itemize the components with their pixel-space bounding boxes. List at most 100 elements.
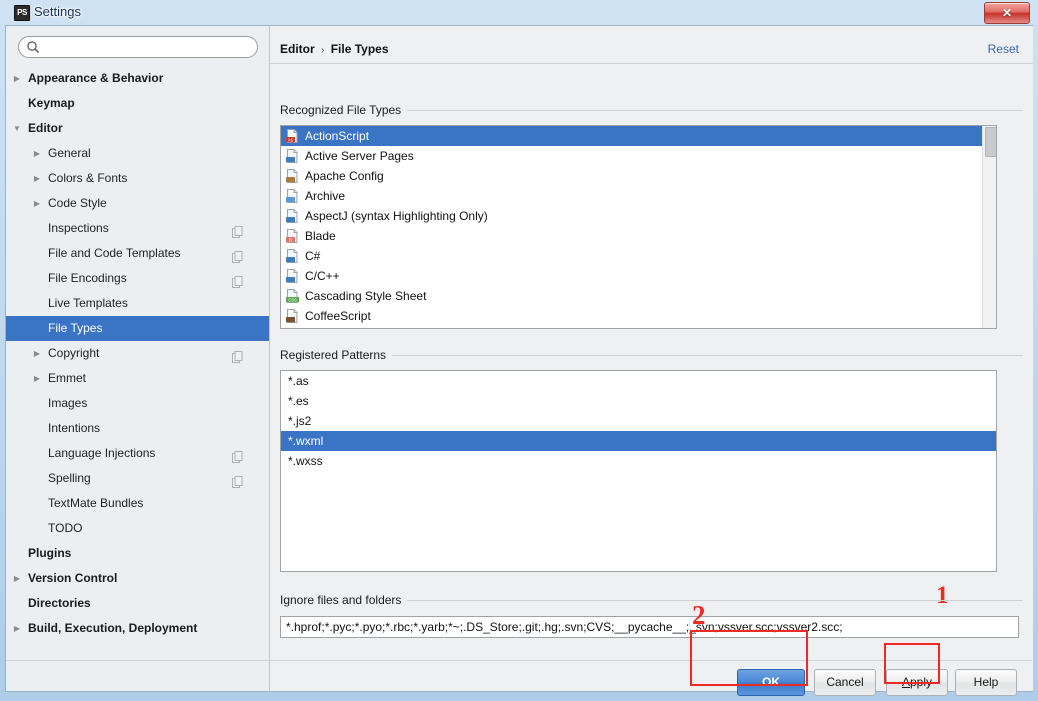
file-types-scrollbar-thumb[interactable] xyxy=(985,127,996,157)
sidebar-item-label: Copyright xyxy=(48,346,100,360)
file-type-row[interactable]: Apache Config xyxy=(281,166,996,186)
pattern-row[interactable]: *.es xyxy=(281,391,996,411)
file-types-scrollbar[interactable] xyxy=(982,126,996,328)
file-type-row[interactable]: Active Server Pages xyxy=(281,146,996,166)
sidebar-item-copyright[interactable]: ▶ Copyright xyxy=(6,341,269,366)
settings-window: PS Settings ✕ ▶ Appearance & Behavior Keym… xyxy=(0,0,1038,701)
apply-label-rest: pply xyxy=(910,675,933,689)
pattern-row[interactable]: *.as xyxy=(281,371,996,391)
sidebar-item-inspections[interactable]: Inspections xyxy=(6,216,269,241)
chevron-right-icon[interactable]: ▶ xyxy=(11,616,23,641)
file-type-label: AspectJ (syntax Highlighting Only) xyxy=(305,209,488,223)
chevron-right-icon[interactable]: ▶ xyxy=(31,191,43,216)
pattern-label: *.js2 xyxy=(288,414,312,428)
pattern-row[interactable]: *.wxss xyxy=(281,451,996,471)
breadcrumb-leaf: File Types xyxy=(330,42,389,56)
file-type-row[interactable]: C# xyxy=(281,246,996,266)
sidebar-item-textmate-bundles[interactable]: TextMate Bundles xyxy=(6,491,269,516)
copy-icon[interactable] xyxy=(232,472,243,488)
sidebar-item-label: Plugins xyxy=(28,546,72,560)
file-type-row[interactable]: CSS Cascading Style Sheet xyxy=(281,286,996,306)
sidebar-item-directories[interactable]: Directories xyxy=(6,591,269,616)
registered-patterns-label: Registered Patterns xyxy=(280,348,393,362)
copy-icon[interactable] xyxy=(232,222,243,238)
recognized-file-types-list[interactable]: AS ActionScript Active Server Pages Apache … xyxy=(280,125,997,329)
sidebar-item-label: TextMate Bundles xyxy=(48,496,144,510)
sidebar-item-label: Editor xyxy=(28,121,63,135)
sidebar-item-todo[interactable]: TODO xyxy=(6,516,269,541)
copy-icon[interactable] xyxy=(232,247,243,263)
sidebar-item-editor[interactable]: ▼ Editor xyxy=(6,116,269,141)
sidebar-item-file-encodings[interactable]: File Encodings xyxy=(6,266,269,291)
registered-patterns-list[interactable]: *.as *.es *.js2 *.wxml *.wxss xyxy=(280,370,997,572)
sidebar-item-label: Images xyxy=(48,396,88,410)
help-button[interactable]: Help xyxy=(955,669,1017,696)
sidebar-item-live-templates[interactable]: Live Templates xyxy=(6,291,269,316)
close-icon[interactable]: ✕ xyxy=(984,2,1030,24)
file-type-row[interactable]: C/C++ xyxy=(281,266,996,286)
sidebar-item-colors-fonts[interactable]: ▶ Colors & Fonts xyxy=(6,166,269,191)
sidebar-item-intentions[interactable]: Intentions xyxy=(6,416,269,441)
pattern-label: *.wxml xyxy=(288,434,324,448)
apply-button[interactable]: Apply xyxy=(886,669,948,696)
sidebar-item-build-execution-deployment[interactable]: ▶ Build, Execution, Deployment xyxy=(6,616,269,641)
settings-category-tree[interactable]: ▶ Appearance & Behavior Keymap ▼ Editor ▶ Gene… xyxy=(6,66,269,656)
sidebar-item-appearance-behavior[interactable]: ▶ Appearance & Behavior xyxy=(6,66,269,91)
coffeescript-file-icon xyxy=(285,309,299,323)
css-file-icon: CSS xyxy=(285,289,299,303)
breadcrumb-separator: › xyxy=(321,45,325,56)
chevron-right-icon[interactable]: ▶ xyxy=(31,141,43,166)
cpp-file-icon xyxy=(285,269,299,283)
file-type-row[interactable]: AS ActionScript xyxy=(281,126,996,146)
sidebar-item-file-and-code-templates[interactable]: File and Code Templates xyxy=(6,241,269,266)
ok-button[interactable]: OK xyxy=(737,669,805,696)
chevron-right-icon[interactable]: ▶ xyxy=(31,366,43,391)
ignore-files-input[interactable] xyxy=(280,616,1019,638)
copy-icon[interactable] xyxy=(232,347,243,363)
copy-icon[interactable] xyxy=(232,272,243,288)
pattern-row[interactable]: *.wxml xyxy=(281,431,996,451)
sidebar-item-code-style[interactable]: ▶ Code Style xyxy=(6,191,269,216)
sidebar-item-emmet[interactable]: ▶ Emmet xyxy=(6,366,269,391)
chevron-right-icon[interactable]: ▶ xyxy=(11,566,23,591)
sidebar-item-label: File and Code Templates xyxy=(48,246,181,260)
ignore-files-label: Ignore files and folders xyxy=(280,593,408,607)
file-type-row[interactable]: B Blade xyxy=(281,226,996,246)
sidebar-item-label: Colors & Fonts xyxy=(48,171,128,185)
phpstorm-icon: PS xyxy=(14,5,30,21)
sidebar-item-images[interactable]: Images xyxy=(6,391,269,416)
breadcrumb-root[interactable]: Editor xyxy=(280,42,315,56)
sidebar-item-label: Version Control xyxy=(28,571,118,585)
svg-text:CSS: CSS xyxy=(288,297,297,302)
cancel-button[interactable]: Cancel xyxy=(814,669,876,696)
file-type-row[interactable]: AspectJ (syntax Highlighting Only) xyxy=(281,206,996,226)
reset-link[interactable]: Reset xyxy=(988,42,1019,56)
chevron-right-icon[interactable]: ▶ xyxy=(11,66,23,91)
aspectj-file-icon xyxy=(285,209,299,223)
sidebar-item-language-injections[interactable]: Language Injections xyxy=(6,441,269,466)
sidebar-item-label: File Types xyxy=(48,321,103,335)
search-field-wrapper xyxy=(18,36,258,58)
file-type-label: Active Server Pages xyxy=(305,149,414,163)
sidebar-item-plugins[interactable]: Plugins xyxy=(6,541,269,566)
file-type-label: Archive xyxy=(305,189,346,203)
pattern-row[interactable]: *.js2 xyxy=(281,411,996,431)
sidebar-item-spelling[interactable]: Spelling xyxy=(6,466,269,491)
settings-client-area: ▶ Appearance & Behavior Keymap ▼ Editor ▶ Gene… xyxy=(5,25,1033,696)
chevron-right-icon[interactable]: ▶ xyxy=(31,166,43,191)
sidebar-item-general[interactable]: ▶ General xyxy=(6,141,269,166)
search-input[interactable] xyxy=(18,36,258,58)
file-type-row[interactable]: Archive xyxy=(281,186,996,206)
sidebar-item-label: Inspections xyxy=(48,221,109,235)
asp-file-icon xyxy=(285,149,299,163)
copy-icon[interactable] xyxy=(232,447,243,463)
sidebar-item-file-types[interactable]: File Types xyxy=(6,316,269,341)
sidebar-item-keymap[interactable]: Keymap xyxy=(6,91,269,116)
sidebar-item-version-control[interactable]: ▶ Version Control xyxy=(6,566,269,591)
chevron-down-icon[interactable]: ▼ xyxy=(11,116,23,141)
svg-text:AS: AS xyxy=(288,137,294,142)
chevron-right-icon[interactable]: ▶ xyxy=(31,341,43,366)
sidebar-item-label: TODO xyxy=(48,521,83,535)
file-type-row[interactable]: CoffeeScript xyxy=(281,306,996,326)
recognized-file-types-rows: AS ActionScript Active Server Pages Apache … xyxy=(281,126,996,326)
